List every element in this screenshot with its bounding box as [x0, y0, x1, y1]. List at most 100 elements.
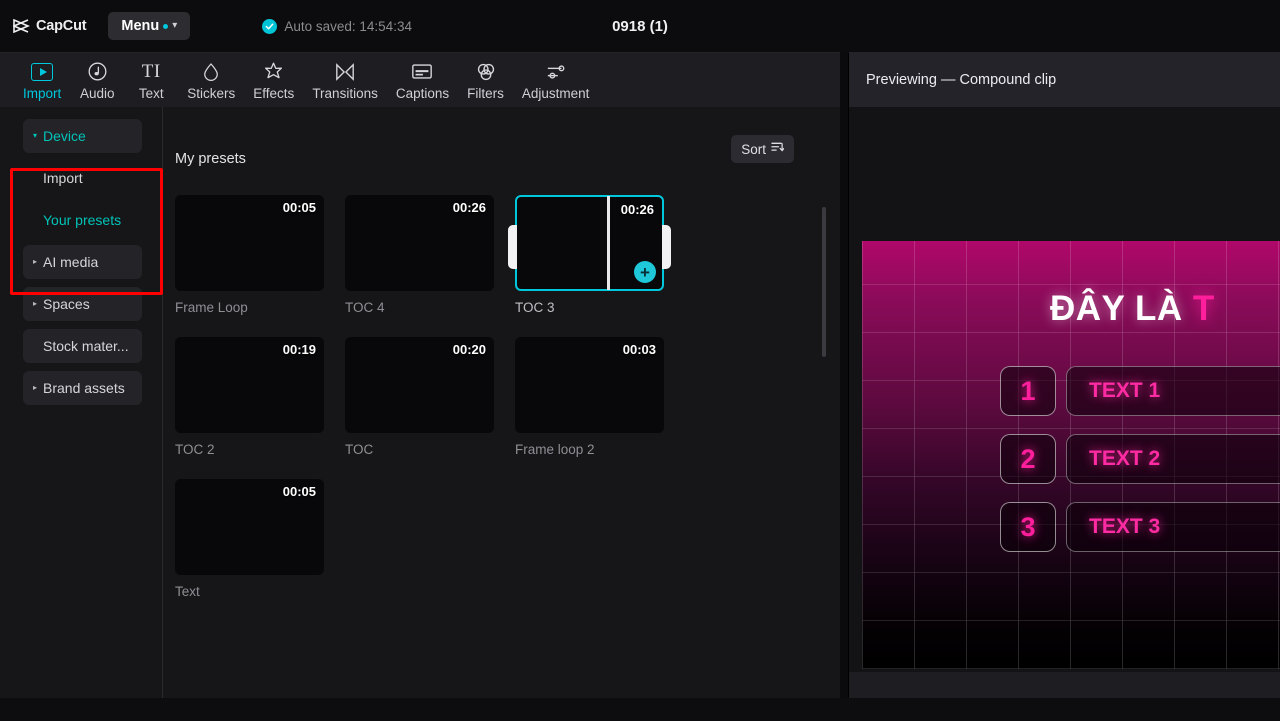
- preview-panel: Previewing — Compound clip ĐÂY LÀ T 1 TE…: [848, 52, 1280, 698]
- tab-transitions-label: Transitions: [312, 85, 378, 101]
- tab-audio-label: Audio: [80, 85, 115, 101]
- tab-filters[interactable]: Filters: [458, 53, 513, 107]
- preview-header: Previewing — Compound clip: [849, 53, 1280, 107]
- preset-card[interactable]: 00:26 TOC 4: [345, 195, 494, 315]
- trim-handle-left[interactable]: [508, 225, 517, 269]
- main-toolbar: Import Audio TI Text Stickers Effects Tr…: [0, 53, 840, 107]
- video-row-text: TEXT 2: [1066, 434, 1280, 484]
- title-bar: CapCut Menu ▾ Auto saved: 14:54:34 0918 …: [0, 0, 1280, 52]
- preset-name: TOC: [345, 442, 374, 457]
- brand-logo: CapCut: [13, 18, 87, 34]
- sidebar-item-import[interactable]: Import: [23, 161, 142, 195]
- preset-duration: 00:03: [622, 342, 656, 357]
- tab-effects[interactable]: Effects: [244, 53, 303, 107]
- sidebar-item-spaces[interactable]: ▸ Spaces: [23, 287, 142, 321]
- tab-adjustment[interactable]: Adjustment: [513, 53, 599, 107]
- sidebar-item-your-presets-label: Your presets: [43, 212, 122, 228]
- preset-duration: 00:26: [620, 202, 654, 217]
- media-sidebar: ▾ Device Import Your presets ▸ AI media …: [0, 107, 163, 699]
- tab-effects-label: Effects: [253, 85, 295, 101]
- preset-name: Frame Loop: [175, 300, 248, 315]
- video-headline: ĐÂY LÀ T: [1050, 289, 1215, 329]
- preview-playhead[interactable]: [607, 196, 610, 290]
- preset-duration: 00:05: [282, 200, 316, 215]
- preset-card[interactable]: 00:19 TOC 2: [175, 337, 324, 457]
- sidebar-item-stock-materials-label: Stock mater...: [43, 338, 129, 354]
- preview-footer: [849, 672, 1280, 698]
- video-headline-white: ĐÂY LÀ: [1050, 289, 1193, 328]
- sidebar-item-brand-assets[interactable]: ▸ Brand assets: [23, 371, 142, 405]
- preset-duration: 00:26: [452, 200, 486, 215]
- preset-thumbnail[interactable]: 00:05: [175, 195, 324, 291]
- window-bottom-strip: [0, 698, 1280, 721]
- video-text-row: 1 TEXT 1: [1000, 366, 1280, 416]
- check-circle-icon: [262, 18, 278, 34]
- sidebar-item-device-label: Device: [43, 128, 86, 144]
- preset-name: TOC 3: [515, 300, 555, 315]
- preset-card-selected[interactable]: 00:26 + TOC 3: [508, 195, 671, 315]
- preset-thumbnail[interactable]: 00:26 +: [508, 195, 671, 291]
- tab-stickers[interactable]: Stickers: [178, 53, 244, 107]
- preset-card[interactable]: 00:03 Frame loop 2: [515, 337, 664, 457]
- tab-text-label: Text: [138, 85, 164, 101]
- tab-filters-label: Filters: [467, 85, 504, 101]
- capcut-logo-icon: [13, 19, 30, 33]
- adjustment-sliders-icon: [545, 60, 567, 84]
- preset-card[interactable]: 00:05 Frame Loop: [175, 195, 324, 315]
- preset-thumbnail[interactable]: 00:19: [175, 337, 324, 433]
- menu-label: Menu: [121, 18, 160, 34]
- caret-right-icon: ▸: [33, 383, 38, 392]
- section-title: My presets: [175, 151, 246, 167]
- project-title: 0918 (1): [612, 17, 668, 35]
- tab-captions-label: Captions: [395, 85, 450, 101]
- preset-name: Text: [175, 584, 200, 599]
- brand-name: CapCut: [36, 18, 87, 34]
- preset-name: TOC 2: [175, 442, 215, 457]
- text-ti-icon: TI: [141, 61, 161, 83]
- video-row-number: 3: [1000, 502, 1056, 552]
- preset-card[interactable]: 00:20 TOC: [345, 337, 494, 457]
- video-text-row: 2 TEXT 2: [1000, 434, 1280, 484]
- presets-grid: 00:05 Frame Loop 00:26 TOC 4 00:26 + TOC…: [175, 195, 830, 599]
- video-row-text: TEXT 3: [1066, 502, 1280, 552]
- sort-descending-icon: [771, 140, 785, 158]
- tab-audio[interactable]: Audio: [70, 53, 124, 107]
- caret-right-icon: ▸: [33, 299, 38, 308]
- preview-header-label: Previewing — Compound clip: [866, 72, 1057, 88]
- tab-transitions[interactable]: Transitions: [303, 53, 387, 107]
- autosave-status: Auto saved: 14:54:34: [262, 18, 412, 34]
- tab-captions[interactable]: Captions: [387, 53, 458, 107]
- trim-handle-right[interactable]: [662, 225, 671, 269]
- import-play-box-icon: [31, 60, 54, 84]
- sidebar-item-ai-media[interactable]: ▸ AI media: [23, 245, 142, 279]
- tab-adjustment-label: Adjustment: [521, 85, 590, 101]
- effects-star-icon: [263, 60, 284, 84]
- sidebar-item-device[interactable]: ▾ Device: [23, 119, 142, 153]
- sidebar-item-spaces-label: Spaces: [43, 296, 90, 312]
- sidebar-item-your-presets[interactable]: Your presets: [23, 203, 142, 237]
- captions-box-icon: [411, 60, 433, 84]
- preset-duration: 00:20: [452, 342, 486, 357]
- sort-button[interactable]: Sort: [731, 135, 794, 163]
- preset-thumbnail[interactable]: 00:05: [175, 479, 324, 575]
- sidebar-item-import-label: Import: [43, 170, 83, 186]
- notification-dot-icon: [163, 23, 169, 29]
- preset-name: TOC 4: [345, 300, 385, 315]
- preset-thumbnail[interactable]: 00:03: [515, 337, 664, 433]
- preset-thumbnail[interactable]: 00:26: [345, 195, 494, 291]
- menu-button[interactable]: Menu ▾: [108, 12, 191, 40]
- preview-video[interactable]: ĐÂY LÀ T 1 TEXT 1 2 TEXT 2 3 TEXT 3: [862, 241, 1280, 669]
- tab-import[interactable]: Import: [14, 53, 70, 107]
- preset-duration: 00:05: [282, 484, 316, 499]
- content-scrollbar[interactable]: [822, 207, 826, 357]
- preset-thumbnail[interactable]: 00:20: [345, 337, 494, 433]
- sidebar-item-stock-materials[interactable]: Stock mater...: [23, 329, 142, 363]
- preset-card[interactable]: 00:05 Text: [175, 479, 324, 599]
- sidebar-item-brand-assets-label: Brand assets: [43, 380, 125, 396]
- preview-body[interactable]: ĐÂY LÀ T 1 TEXT 1 2 TEXT 2 3 TEXT 3: [849, 107, 1280, 672]
- sidebar-item-ai-media-label: AI media: [43, 254, 99, 270]
- presets-content: My presets Sort 00:05 Frame Loop 00:26 T…: [163, 107, 840, 699]
- tab-stickers-label: Stickers: [187, 85, 236, 101]
- add-to-timeline-button[interactable]: +: [634, 261, 656, 283]
- tab-text[interactable]: TI Text: [124, 53, 178, 107]
